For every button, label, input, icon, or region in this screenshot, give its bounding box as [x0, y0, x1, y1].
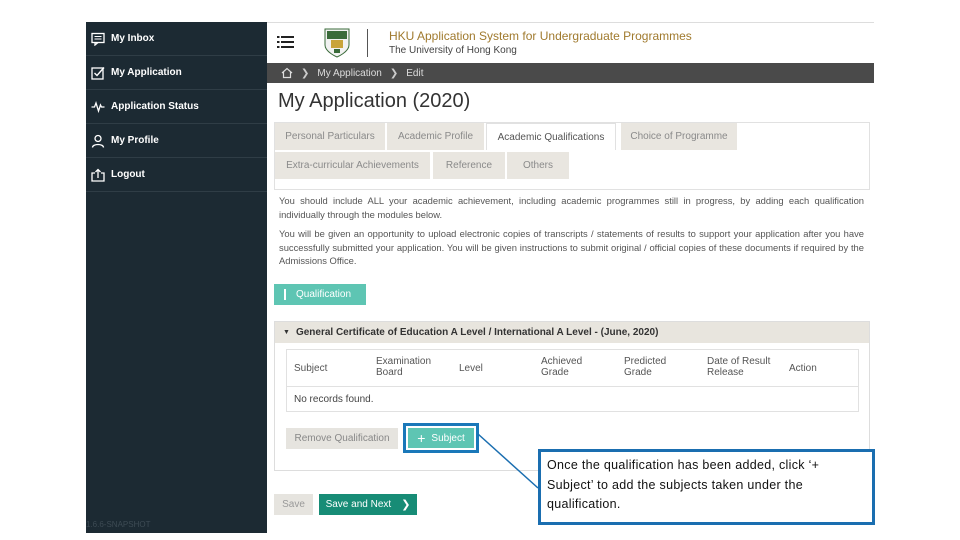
sidebar-item-application-status[interactable]: Application Status	[86, 90, 267, 124]
sidebar-item-my-profile[interactable]: My Profile	[86, 124, 267, 158]
tab-reference[interactable]: Reference	[433, 152, 505, 179]
save-and-next-button[interactable]: Save and Next ❯	[319, 494, 417, 515]
column-header-achieved-grade: Achieved Grade	[541, 356, 583, 378]
hamburger-menu-icon[interactable]	[277, 33, 295, 51]
sidebar-item-label: Application Status	[111, 101, 199, 112]
sidebar-item-label: My Inbox	[111, 33, 155, 44]
instruction-paragraph-2: You will be given an opportunity to uplo…	[279, 228, 864, 266]
sidebar-item-my-application[interactable]: My Application	[86, 56, 267, 90]
subjects-table: Subject Examination Board Level Achieved…	[286, 349, 859, 412]
sidebar: My Inbox My Application Application Stat…	[86, 22, 267, 533]
user-icon	[90, 133, 106, 149]
header-divider	[367, 29, 368, 57]
checkbox-icon	[90, 65, 106, 81]
table-row-empty: No records found.	[294, 394, 374, 405]
column-header-date-of-result-release: Date of Result Release	[707, 356, 771, 378]
logout-icon	[90, 167, 106, 183]
column-header-subject: Subject	[294, 363, 328, 374]
add-subject-button[interactable]: + Subject	[408, 428, 474, 448]
breadcrumb-edit: Edit	[406, 67, 424, 79]
chevron-right-icon: ❯	[401, 499, 411, 511]
column-header-examination-board: Examination Board	[376, 356, 432, 378]
tab-academic-qualifications[interactable]: Academic Qualifications	[486, 123, 616, 150]
plus-icon: +	[417, 430, 426, 446]
tab-extra-curricular-achievements[interactable]: Extra-curricular Achievements	[275, 152, 430, 179]
column-header-predicted-grade: Predicted Grade	[624, 356, 667, 378]
breadcrumb-my-application[interactable]: My Application	[317, 68, 381, 79]
application-tabs: Personal Particulars Academic Profile Ac…	[274, 122, 870, 190]
sidebar-item-label: My Profile	[111, 135, 159, 146]
tab-others[interactable]: Others	[507, 152, 569, 179]
sidebar-item-label: My Application	[111, 67, 182, 78]
add-qualification-label: Qualification	[296, 289, 352, 300]
remove-qualification-button[interactable]: Remove Qualification	[286, 428, 398, 449]
university-name: The University of Hong Kong	[389, 45, 517, 56]
tab-personal-particulars[interactable]: Personal Particulars	[275, 123, 385, 150]
column-header-action: Action	[789, 363, 817, 374]
page-title: My Application (2020)	[278, 90, 471, 112]
save-and-next-label: Save and Next	[325, 499, 392, 510]
sidebar-item-logout[interactable]: Logout	[86, 158, 267, 192]
chevron-right-icon: ❯	[301, 67, 310, 79]
version-label: 1.6.6-SNAPSHOT	[86, 520, 151, 529]
inbox-icon	[90, 31, 106, 47]
bar-icon	[284, 289, 286, 300]
save-button[interactable]: Save	[274, 494, 313, 515]
qualification-title: General Certificate of Education A Level…	[295, 327, 659, 338]
caret-down-icon: ▼	[283, 329, 290, 336]
app-header: HKU Application System for Undergraduate…	[267, 22, 874, 63]
sidebar-item-label: Logout	[111, 169, 145, 180]
callout-annotation: Once the qualification has been added, c…	[538, 449, 875, 525]
tab-choice-of-programme[interactable]: Choice of Programme	[621, 123, 737, 150]
sidebar-item-inbox[interactable]: My Inbox	[86, 22, 267, 56]
column-header-level: Level	[459, 363, 483, 374]
instruction-paragraph-1: You should include ALL your academic ach…	[279, 195, 864, 220]
chevron-right-icon: ❯	[389, 67, 399, 79]
qualification-panel-header[interactable]: ▼ General Certificate of Education A Lev…	[275, 322, 869, 343]
university-crest-icon	[323, 27, 351, 59]
table-header: Subject Examination Board Level Achieved…	[287, 350, 858, 387]
app-title: HKU Application System for Undergraduate…	[389, 29, 692, 43]
add-subject-label: Subject	[431, 432, 465, 444]
home-icon[interactable]	[281, 67, 293, 79]
add-qualification-button[interactable]: Qualification	[274, 284, 366, 305]
breadcrumb: ❯ My Application ❯ Edit	[267, 63, 874, 83]
pulse-icon	[90, 99, 106, 115]
tab-academic-profile[interactable]: Academic Profile	[387, 123, 484, 150]
